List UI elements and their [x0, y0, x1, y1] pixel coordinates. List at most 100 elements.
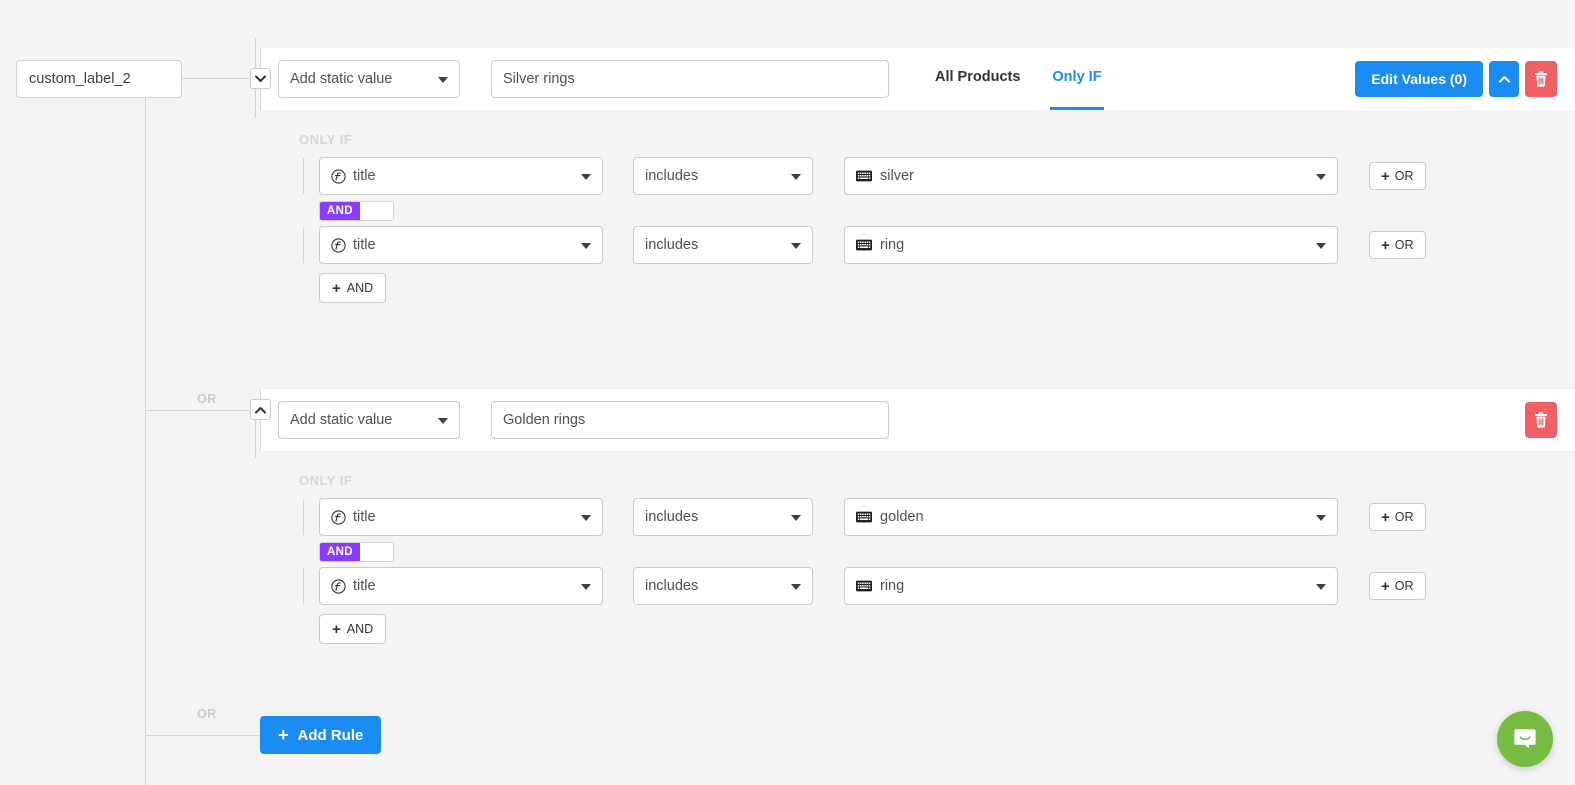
and-or-toggle-2[interactable]: AND: [319, 542, 394, 562]
chevron-down-icon: [581, 174, 591, 180]
chevron-down-icon: [581, 515, 591, 521]
add-or-label: OR: [1395, 238, 1414, 252]
rule-delete-button-1[interactable]: [1525, 61, 1557, 97]
chat-launcher-button[interactable]: [1497, 711, 1553, 767]
chevron-down-icon: [581, 584, 591, 590]
add-rule-button[interactable]: + Add Rule: [260, 716, 381, 754]
chevron-down-icon: [791, 584, 801, 590]
keyboard-icon: [856, 170, 872, 182]
function-icon: [331, 238, 346, 253]
rule-header-actions-1: Edit Values (0): [1355, 61, 1557, 97]
add-or-button-1-1[interactable]: + OR: [1369, 162, 1426, 190]
plus-icon: +: [1381, 169, 1390, 184]
tree-line-root-to-rule1: [182, 78, 256, 79]
add-and-button-2[interactable]: + AND: [319, 614, 386, 644]
tree-line-rule2-left-edge-lower: [255, 420, 256, 458]
static-value-input-2[interactable]: Golden rings: [491, 401, 889, 439]
plus-icon: +: [332, 622, 341, 637]
rule-collapse-toggle-2[interactable]: [250, 399, 271, 420]
condition-row-1-2: title includes: [319, 226, 1575, 264]
rule-collapse-toggle-1[interactable]: [250, 68, 271, 89]
keyboard-icon: [856, 511, 872, 523]
chevron-down-icon: [438, 418, 448, 424]
keyboard-icon: [856, 580, 872, 592]
condition-group-bar: [303, 568, 304, 604]
rule-card-1: Add static value Silver rings All Produc…: [260, 48, 1575, 303]
condition-operator-select-1-1[interactable]: includes: [633, 157, 813, 195]
chat-bubble-icon: [1511, 725, 1539, 753]
source-select-2-label: Add static value: [290, 412, 392, 428]
tab-all-products[interactable]: All Products: [933, 48, 1022, 110]
add-or-button-2-1[interactable]: + OR: [1369, 503, 1426, 531]
condition-group-bar: [303, 158, 304, 194]
source-select-1[interactable]: Add static value: [278, 60, 460, 98]
edit-values-button[interactable]: Edit Values (0): [1355, 61, 1483, 97]
condition-value-label-2-2: ring: [880, 578, 904, 594]
function-icon: [331, 510, 346, 525]
condition-field-label-2-2: title: [353, 578, 376, 594]
condition-operator-select-2-2[interactable]: includes: [633, 567, 813, 605]
condition-operator-select-2-1[interactable]: includes: [633, 498, 813, 536]
tree-or-label-2: OR: [197, 707, 217, 721]
static-value-input-1[interactable]: Silver rings: [491, 60, 889, 98]
function-icon: [331, 169, 346, 184]
condition-field-select-2-2[interactable]: title: [319, 567, 603, 605]
condition-field-select-2-1[interactable]: title: [319, 498, 603, 536]
plus-icon: +: [332, 281, 341, 296]
only-if-heading-1: ONLY IF: [277, 110, 1575, 157]
and-toggle-label-2: AND: [320, 543, 360, 561]
rule-collapse-button-1[interactable]: [1489, 61, 1519, 97]
only-if-heading-2: ONLY IF: [277, 451, 1575, 498]
add-or-label: OR: [1395, 510, 1414, 524]
chevron-down-icon: [1316, 243, 1326, 249]
condition-group-1: title includes: [277, 157, 1575, 303]
and-or-toggle-1[interactable]: AND: [319, 201, 394, 221]
condition-field-select-1-2[interactable]: title: [319, 226, 603, 264]
rule-card-2: Add static value Golden rings: [260, 389, 1575, 644]
rule-header-actions-2: [1525, 402, 1557, 438]
condition-value-label-2-1: golden: [880, 509, 924, 525]
condition-value-select-1-2[interactable]: ring: [844, 226, 1338, 264]
plus-icon: +: [1381, 579, 1390, 594]
condition-field-select-1-1[interactable]: title: [319, 157, 603, 195]
source-select-2[interactable]: Add static value: [278, 401, 460, 439]
condition-group-bar: [303, 499, 304, 535]
condition-value-select-2-2[interactable]: ring: [844, 567, 1338, 605]
add-and-label: AND: [347, 281, 373, 295]
chevron-down-icon: [581, 243, 591, 249]
tab-only-if[interactable]: Only IF: [1050, 48, 1103, 110]
chevron-down-icon: [791, 174, 801, 180]
root-label-box[interactable]: custom_label_2: [16, 60, 182, 98]
add-or-label: OR: [1395, 579, 1414, 593]
and-toggle-off-segment-2[interactable]: [360, 543, 393, 561]
condition-operator-label-1-1: includes: [645, 168, 698, 184]
condition-value-label-1-1: silver: [880, 168, 914, 184]
tree-line-branch-rule2: [145, 410, 257, 411]
rule-delete-button-2[interactable]: [1525, 402, 1557, 438]
source-select-1-label: Add static value: [290, 71, 392, 87]
add-and-button-1[interactable]: + AND: [319, 273, 386, 303]
condition-value-select-2-1[interactable]: golden: [844, 498, 1338, 536]
keyboard-icon: [856, 239, 872, 251]
add-or-button-2-2[interactable]: + OR: [1369, 572, 1426, 600]
tree-line-rule1-left-edge-lower: [255, 89, 256, 118]
chevron-down-icon: [438, 77, 448, 83]
chevron-down-icon: [791, 515, 801, 521]
condition-operator-select-1-2[interactable]: includes: [633, 226, 813, 264]
rule-tabs-1: All Products Only IF: [933, 48, 1132, 110]
tree-line-main-trunk: [145, 98, 146, 785]
chevron-down-icon: [1316, 174, 1326, 180]
condition-operator-label-1-2: includes: [645, 237, 698, 253]
tree-line-branch-add-rule: [145, 735, 261, 736]
condition-field-label-2-1: title: [353, 509, 376, 525]
function-icon: [331, 579, 346, 594]
and-toggle-off-segment-1[interactable]: [360, 202, 393, 220]
rule-builder-page: custom_label_2 OR OR Add static value Si…: [0, 0, 1575, 785]
condition-value-select-1-1[interactable]: silver: [844, 157, 1338, 195]
static-value-2-text: Golden rings: [503, 412, 585, 428]
tree-or-label-1: OR: [197, 392, 217, 406]
add-or-label: OR: [1395, 169, 1414, 183]
condition-row-2-1: title includes: [319, 498, 1575, 536]
add-or-button-1-2[interactable]: + OR: [1369, 231, 1426, 259]
rule-header-2: Add static value Golden rings: [260, 389, 1575, 451]
